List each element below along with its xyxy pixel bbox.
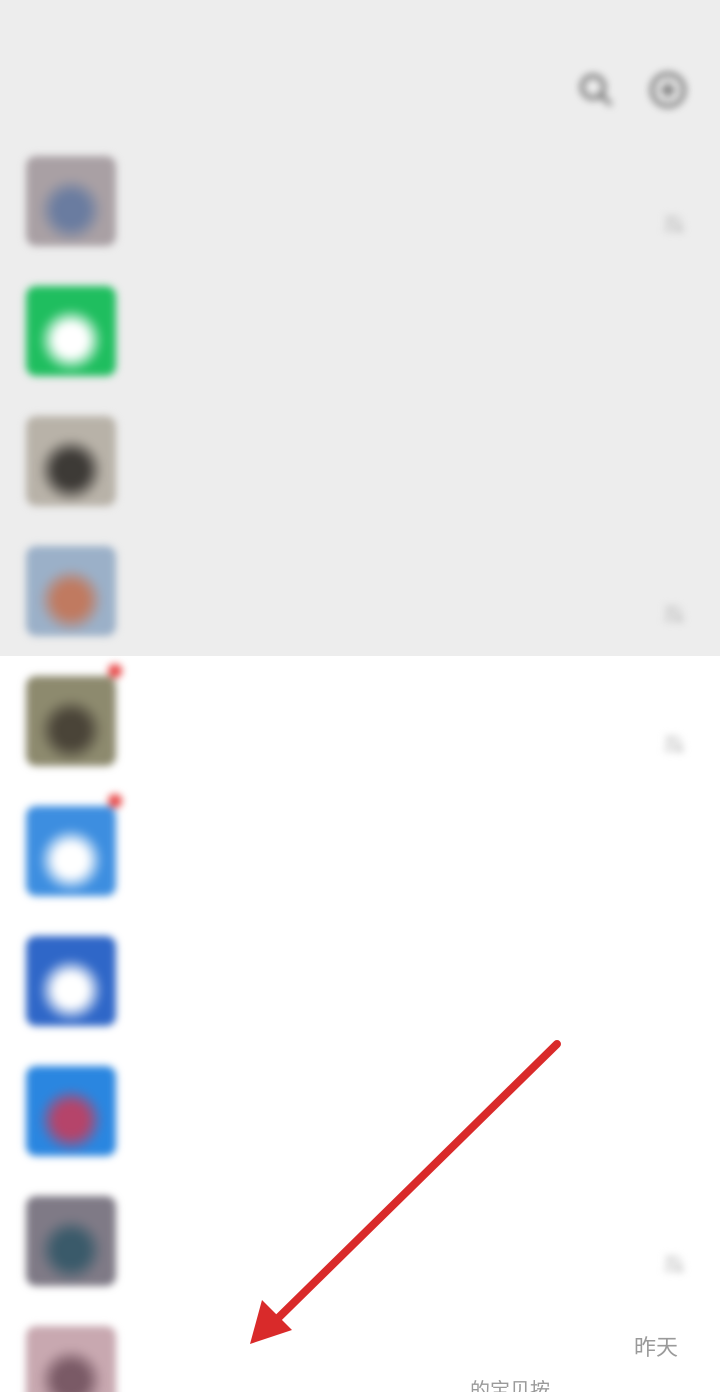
chat-list-item[interactable]: [0, 526, 720, 656]
chat-list-item[interactable]: [0, 396, 720, 526]
add-circle-icon[interactable]: [648, 70, 688, 110]
avatar-image: [26, 416, 116, 506]
last-chat-time: 昨天: [634, 1336, 679, 1361]
avatar-image: [26, 806, 116, 896]
chat-list-item[interactable]: [0, 136, 720, 266]
chat-list-item[interactable]: [0, 916, 720, 1046]
chat-list-item[interactable]: [0, 1046, 720, 1176]
chat-list: [0, 136, 720, 1392]
chat-list-item[interactable]: [0, 1176, 720, 1306]
avatar-image: [26, 1196, 116, 1286]
avatar-image: [26, 676, 116, 766]
status-bar: [0, 0, 720, 56]
avatar: [26, 1066, 116, 1156]
chat-list-item[interactable]: [0, 656, 720, 786]
avatar: [26, 156, 116, 246]
avatar: [26, 1196, 116, 1286]
avatar-image: [26, 286, 116, 376]
blurred-content: [0, 0, 720, 1392]
avatar: [26, 806, 116, 896]
avatar: [26, 416, 116, 506]
avatar: [26, 546, 116, 636]
chat-list-item[interactable]: [0, 1306, 720, 1392]
mute-bell-icon: [663, 605, 685, 623]
avatar-image: [26, 1066, 116, 1156]
avatar-image: [26, 156, 116, 246]
avatar-image: [26, 936, 116, 1026]
avatar: [26, 1326, 116, 1392]
avatar: [26, 936, 116, 1026]
unread-dot: [108, 794, 122, 808]
search-icon[interactable]: [576, 70, 616, 110]
mute-bell-icon: [663, 1255, 685, 1273]
avatar: [26, 676, 116, 766]
avatar-image: [26, 546, 116, 636]
chat-list-item[interactable]: [0, 786, 720, 916]
unread-dot: [108, 664, 122, 678]
avatar: [26, 286, 116, 376]
last-chat-preview: …的宝贝按…: [450, 1378, 570, 1392]
wechat-chat-list-screen: 昨天 …的宝贝按…: [0, 0, 720, 1392]
mute-bell-icon: [663, 215, 685, 233]
mute-bell-icon: [663, 735, 685, 753]
nav-bar: [0, 56, 720, 132]
avatar-image: [26, 1326, 116, 1392]
chat-list-item[interactable]: [0, 266, 720, 396]
